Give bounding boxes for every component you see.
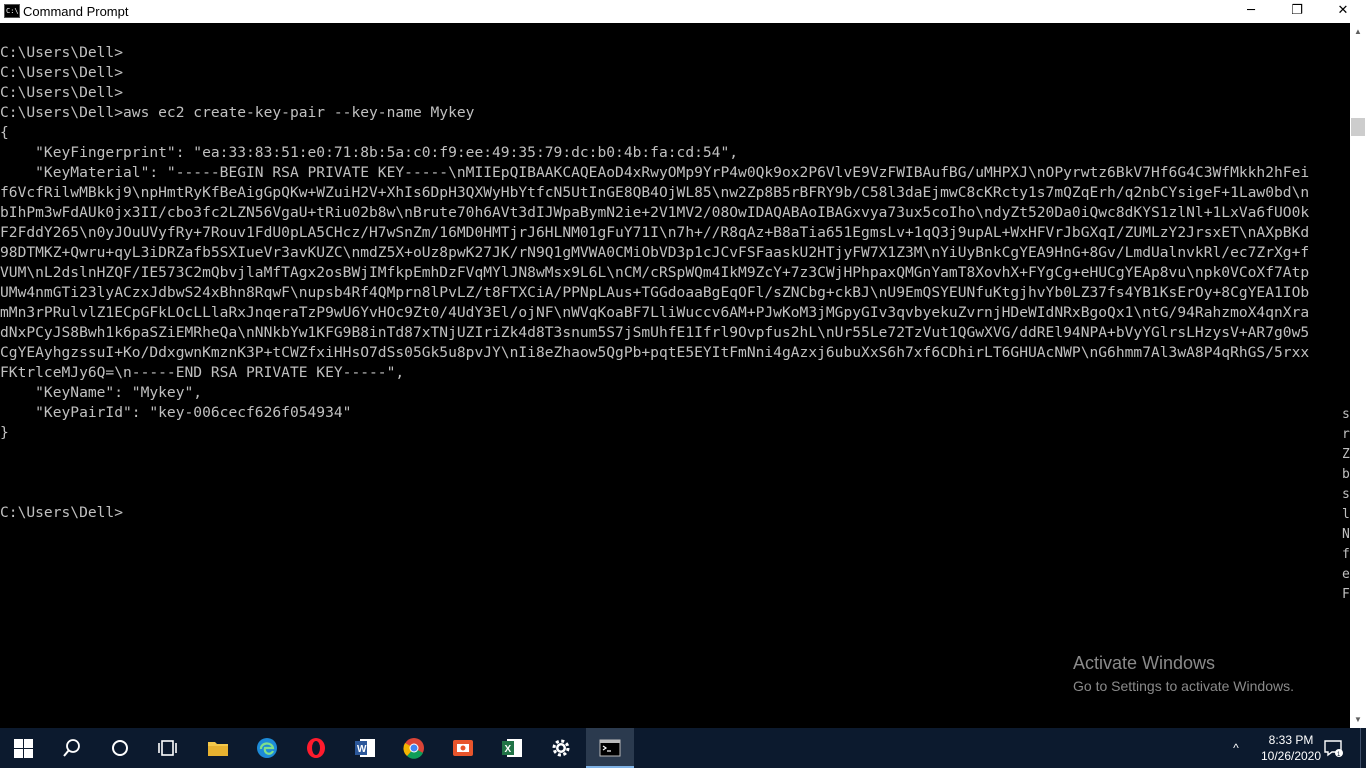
excel-button[interactable]: X <box>488 728 536 768</box>
console-line: VUM\nL2dslnHZQF/IE573C2mQbvjlaMfTAgx2osB… <box>0 264 1310 281</box>
svg-text:W: W <box>357 744 367 755</box>
console-line: C:\Users\Dell> <box>0 64 124 81</box>
title-bar[interactable]: C:\ Command Prompt ─ ❐ ✕ <box>0 0 1366 23</box>
console-line: "KeyPairId": "key-006cecf626f054934" <box>0 404 352 421</box>
scroll-thumb[interactable] <box>1351 118 1365 137</box>
opera-button[interactable] <box>292 728 340 768</box>
clock-date: 10/26/2020 <box>1260 749 1322 763</box>
notification-center-icon[interactable]: 1 <box>1323 738 1343 758</box>
activation-title: Activate Windows <box>1073 653 1216 673</box>
excel-icon: X <box>502 739 522 757</box>
tray-overflow-chevron[interactable]: ^ <box>1228 740 1244 756</box>
console-line: f6VcfRilwMBkkj9\npHmtRyKfBeAigGpQKw+WZui… <box>0 184 1310 201</box>
console-line: 98DTMKZ+Qwru+qyL3iDRZafb5SXIueVr3avKUZC\… <box>0 244 1310 261</box>
console-line: "KeyName": "Mykey", <box>0 384 203 401</box>
word-icon: W <box>355 739 375 757</box>
task-view-icon <box>158 740 177 756</box>
console-line: UMw4nmGTi23lyACzxJdbwS24xBhn8RqwF\nupsb4… <box>0 284 1310 301</box>
show-desktop-button[interactable] <box>1360 728 1366 768</box>
cmd-taskbar-button[interactable] <box>586 728 634 768</box>
console-line: } <box>0 424 9 441</box>
start-button[interactable] <box>0 728 48 768</box>
maximize-button[interactable]: ❐ <box>1274 0 1320 23</box>
console-line: F2FddY265\n0yJOuUVyfRy+7Rouv1FdU0pLA5CHc… <box>0 224 1310 241</box>
windows-logo-icon <box>13 737 35 759</box>
task-view-button[interactable] <box>144 728 192 768</box>
taskbar: W X ^ 8:33 PM 10/26/2020 1 <box>0 728 1366 768</box>
console-line: "KeyFingerprint": "ea:33:83:51:e0:71:8b:… <box>0 144 739 161</box>
overflow-char: s <box>1342 487 1350 502</box>
minimize-button[interactable]: ─ <box>1228 0 1274 23</box>
settings-button[interactable] <box>537 728 585 768</box>
console-line: C:\Users\Dell>aws ec2 create-key-pair --… <box>0 104 475 121</box>
clock-time: 8:33 PM <box>1268 733 1314 747</box>
console-line: "KeyMaterial": "-----BEGIN RSA PRIVATE K… <box>0 164 1310 181</box>
overflow-char: F <box>1342 587 1350 602</box>
activation-watermark: Activate Windows Go to Settings to activ… <box>1073 652 1294 696</box>
console-line: mMn3rPRulvlZ1ECpGFkLOcLLlaRxJnqeraTzP9wU… <box>0 304 1310 321</box>
overflow-char: N <box>1342 527 1350 542</box>
console-line: C:\Users\Dell> <box>0 504 124 521</box>
scroll-down-arrow[interactable]: ▼ <box>1350 711 1366 728</box>
overflow-char: l <box>1342 507 1350 522</box>
cmd-icon <box>599 739 621 757</box>
console-lines: C:\Users\Dell> C:\Users\Dell> C:\Users\Del… <box>0 43 1350 523</box>
console-line: C:\Users\Dell> <box>0 44 124 61</box>
overflow-char: Z <box>1342 447 1350 462</box>
file-explorer-button[interactable] <box>194 728 242 768</box>
overflow-char: e <box>1342 567 1350 582</box>
cortana-circle-icon <box>112 740 128 756</box>
app-button[interactable] <box>439 728 487 768</box>
folder-icon <box>208 742 228 756</box>
console-line: FKtrlceMJy6Q=\n-----END RSA PRIVATE KEY-… <box>0 364 405 381</box>
close-button[interactable]: ✕ <box>1320 0 1366 23</box>
gear-icon <box>552 739 570 757</box>
console-line: C:\Users\Dell> <box>0 84 124 101</box>
console-output[interactable]: C:\Users\Dell> C:\Users\Dell> C:\Users\Del… <box>0 23 1350 728</box>
vertical-scrollbar[interactable]: ▲ ▼ <box>1350 23 1366 728</box>
search-icon <box>63 739 80 757</box>
cmd-app-icon-label: C:\ <box>6 7 19 15</box>
console-line: dNxPCyJS8Bwh1k6paSZiEMRheQa\nNNkbYw1KFG9… <box>0 324 1310 341</box>
app-icon <box>453 740 473 756</box>
chrome-button[interactable] <box>390 728 438 768</box>
overflow-char: f <box>1342 547 1350 562</box>
search-button[interactable] <box>48 728 96 768</box>
scroll-up-arrow[interactable]: ▲ <box>1350 23 1366 40</box>
cmd-app-icon: C:\ <box>4 4 20 18</box>
overflow-char: b <box>1342 467 1350 482</box>
opera-icon <box>307 738 325 758</box>
overflow-char: s <box>1342 407 1350 422</box>
overflow-char: r <box>1342 427 1350 442</box>
word-button[interactable]: W <box>341 728 389 768</box>
chrome-icon <box>403 738 424 759</box>
taskbar-clock[interactable]: 8:33 PM 10/26/2020 <box>1255 732 1327 764</box>
console-line: bIhPm3wFdAUk0jx3II/cbo3fc2LZN56VgaU+tRiu… <box>0 204 1310 221</box>
activation-subtitle: Go to Settings to activate Windows. <box>1073 678 1294 694</box>
window-title: Command Prompt <box>23 4 129 19</box>
console-overflow-column: srZbslNfeF <box>1342 405 1350 605</box>
edge-icon <box>257 738 277 758</box>
cortana-button[interactable] <box>96 728 144 768</box>
edge-button[interactable] <box>243 728 291 768</box>
console-line: CgYEAyhgzssuI+Ko/DdxgwnKmznK3P+tCWZfxiHH… <box>0 344 1310 361</box>
svg-text:X: X <box>505 744 512 755</box>
console-line: { <box>0 124 9 141</box>
